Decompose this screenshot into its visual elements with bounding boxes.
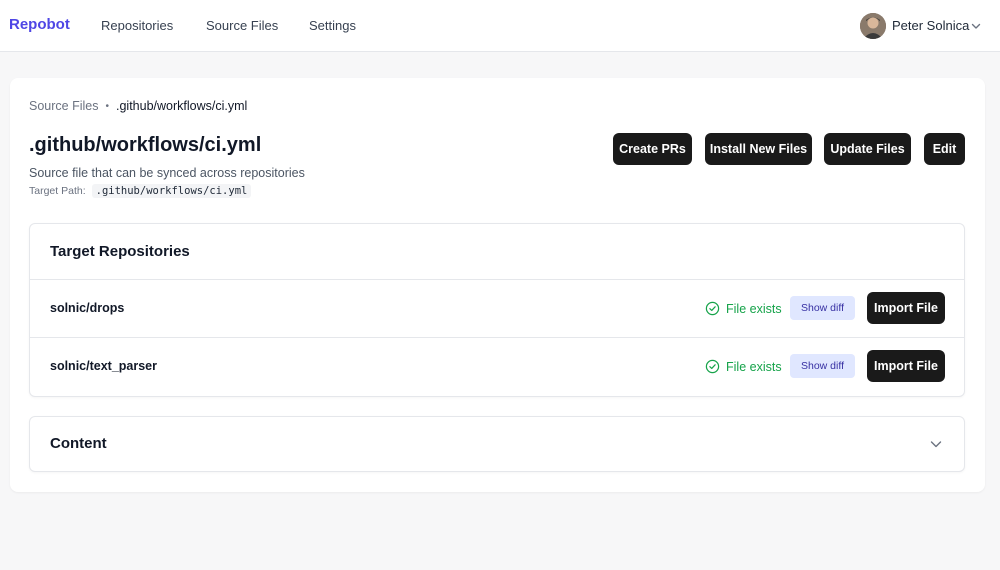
source-file-card: Source Files • .github/workflows/ci.yml … [10, 78, 985, 492]
target-repositories-panel: Target Repositories solnic/drops File ex… [29, 223, 965, 397]
page-subtitle: Source file that can be synced across re… [29, 166, 305, 180]
chevron-down-icon[interactable] [970, 20, 982, 32]
brand-logo[interactable]: Repobot [9, 16, 70, 33]
content-panel[interactable]: Content [29, 416, 965, 472]
target-path-value: .github/workflows/ci.yml [91, 184, 252, 198]
table-row: solnic/drops File exists Show diff Impor… [30, 279, 964, 337]
chevron-down-icon[interactable] [929, 437, 943, 451]
target-path: Target Path: .github/workflows/ci.yml [29, 184, 252, 198]
import-file-button[interactable]: Import File [867, 350, 945, 382]
table-row: solnic/text_parser File exists Show diff… [30, 337, 964, 395]
status-badge: File exists [705, 359, 782, 374]
page-title: .github/workflows/ci.yml [29, 134, 262, 156]
target-path-label: Target Path: [29, 185, 86, 197]
breadcrumb-separator: • [105, 100, 109, 112]
user-name[interactable]: Peter Solnica [892, 18, 969, 33]
breadcrumb: Source Files • .github/workflows/ci.yml [29, 99, 247, 113]
repo-name: solnic/drops [50, 301, 125, 315]
show-diff-button[interactable]: Show diff [790, 354, 855, 378]
repo-name: solnic/text_parser [50, 359, 157, 373]
import-file-button[interactable]: Import File [867, 292, 945, 324]
update-files-button[interactable]: Update Files [824, 133, 911, 165]
content-title: Content [50, 435, 107, 452]
check-circle-icon [705, 301, 720, 316]
status-text: File exists [726, 301, 782, 316]
breadcrumb-parent[interactable]: Source Files [29, 99, 98, 113]
status-text: File exists [726, 359, 782, 374]
nav-link-settings[interactable]: Settings [309, 18, 356, 33]
status-badge: File exists [705, 301, 782, 316]
install-new-files-button[interactable]: Install New Files [705, 133, 812, 165]
check-circle-icon [705, 359, 720, 374]
target-repositories-title: Target Repositories [50, 243, 190, 260]
nav-link-repositories[interactable]: Repositories [101, 18, 173, 33]
top-navigation: Repobot Repositories Source Files Settin… [0, 0, 1000, 52]
user-avatar[interactable] [860, 13, 886, 39]
nav-link-source-files[interactable]: Source Files [206, 18, 278, 33]
breadcrumb-current: .github/workflows/ci.yml [116, 99, 248, 113]
create-prs-button[interactable]: Create PRs [613, 133, 692, 165]
show-diff-button[interactable]: Show diff [790, 296, 855, 320]
edit-button[interactable]: Edit [924, 133, 965, 165]
